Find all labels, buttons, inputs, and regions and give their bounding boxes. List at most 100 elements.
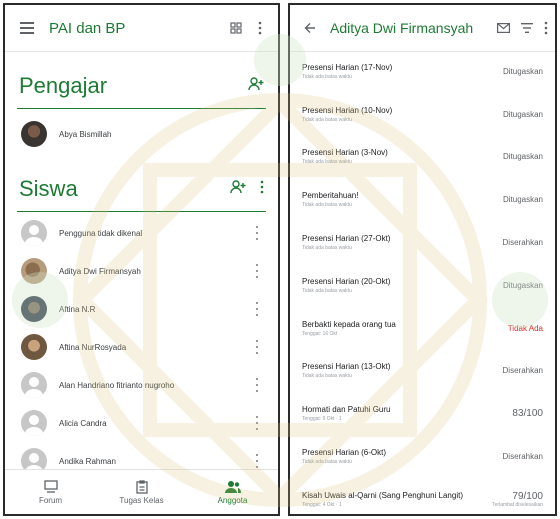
assignment-row[interactable]: Presensi Harian (10-Nov) Tidak ada batas …: [290, 93, 555, 136]
assignment-row[interactable]: Presensi Harian (3-Nov) Tidak ada batas w…: [290, 136, 555, 179]
assignment-status: Diserahkan: [502, 452, 543, 462]
assignment-row[interactable]: Kisah Uwais al-Qarni (Sang Penghuni Lang…: [290, 478, 555, 514]
back-arrow-icon[interactable]: [298, 16, 322, 40]
people-icon: [224, 480, 241, 496]
late-note: Terlambat diselesaikan: [492, 501, 543, 508]
more-options-icon[interactable]: [248, 16, 272, 40]
assignment-row[interactable]: Berbakti kepada orang tua Tenggat: 16 Okt…: [290, 307, 555, 350]
student-name: Aftina NurRosyada: [59, 342, 127, 352]
top-app-bar: Aditya Dwi Firmansyah: [290, 5, 555, 52]
avatar: [21, 121, 47, 147]
avatar: [21, 334, 47, 360]
student-name: Aftina N.R: [59, 304, 96, 314]
assignment-title: Pemberitahuan!: [302, 191, 359, 201]
assignment-due: Tidak ada batas waktu: [302, 459, 352, 466]
top-app-bar: PAI dan BP: [5, 5, 278, 52]
tab-classwork-label: Tugas Kelas: [119, 495, 164, 505]
assignment-status: Diserahkan: [502, 366, 543, 376]
assignment-row[interactable]: Presensi Harian (20-Okt) Tidak ada batas …: [290, 264, 555, 307]
assignment-row[interactable]: Presensi Harian (17-Nov) Tidak ada batas …: [290, 50, 555, 93]
student-name-title: Aditya Dwi Firmansyah: [330, 20, 474, 36]
assignment-title: Presensi Harian (17-Nov): [302, 62, 393, 72]
student-item[interactable]: Alan Handriano fitrianto nugroho: [5, 366, 278, 404]
assignment-status: Ditugaskan: [502, 195, 543, 205]
student-item[interactable]: Aftina N.R: [5, 290, 278, 328]
forum-icon: [43, 479, 58, 496]
student-item[interactable]: Aditya Dwi Firmansyah: [5, 252, 278, 290]
more-options-icon[interactable]: [539, 16, 553, 40]
assignment-grade-block: 79/100 Terlambat diselesaikan: [492, 491, 543, 508]
assignment-title: Presensi Harian (3-Nov): [302, 148, 388, 158]
teachers-header: Pengajar: [5, 64, 278, 108]
tab-forum[interactable]: Forum: [5, 470, 96, 514]
assignment-title: Hormati dan Patuhi Guru: [302, 405, 391, 415]
student-more-icon[interactable]: [254, 302, 260, 316]
student-item[interactable]: Aftina NurRosyada: [5, 328, 278, 366]
student-item[interactable]: Alicia Candra: [5, 404, 278, 442]
student-work-screen: Aditya Dwi Firmansyah Presensi Harian (1…: [288, 3, 557, 516]
assignment-grade: 83/100: [512, 408, 543, 420]
assignment-row[interactable]: Presensi Harian (27-Okt) Tidak ada batas …: [290, 221, 555, 264]
assignment-title: Presensi Harian (6-Okt): [302, 448, 387, 458]
assignment-title: Kisah Uwais al-Qarni (Sang Penghuni Lang…: [302, 490, 463, 500]
assignment-due: Tidak ada batas waktu: [302, 202, 352, 209]
students-header: Siswa: [5, 167, 278, 211]
students-more-icon[interactable]: [260, 180, 264, 199]
assignment-due: Tidak ada batas waktu: [302, 73, 352, 80]
assignment-status: Ditugaskan: [502, 66, 543, 76]
assignment-due: Tidak ada batas waktu: [302, 287, 352, 294]
assignment-grade: 79/100: [512, 490, 543, 502]
student-name: Pengguna tidak dikenal: [59, 228, 143, 238]
assignment-status: Ditugaskan: [502, 280, 543, 290]
bottom-navigation: Forum Tugas Kelas Anggota: [5, 469, 278, 514]
assignment-title: Presensi Harian (10-Nov): [302, 105, 393, 115]
invite-teacher-icon[interactable]: [248, 76, 264, 96]
assignment-row[interactable]: Hormati dan Patuhi Guru Tenggat: 9 Okt · …: [290, 392, 555, 435]
assignment-due: Tidak ada batas waktu: [302, 116, 352, 123]
teacher-item[interactable]: Abya Bismillah: [5, 115, 278, 153]
assignment-due: Tenggat: 4 Okt · 1: [302, 501, 342, 508]
assignment-status: Diserahkan: [502, 238, 543, 248]
assignment-title: Presensi Harian (27-Okt): [302, 234, 391, 244]
student-more-icon[interactable]: [254, 454, 260, 468]
avatar: [21, 410, 47, 436]
tab-members-label: Anggota: [217, 495, 248, 505]
assignment-title: Presensi Harian (13-Okt): [302, 362, 391, 372]
teacher-name: Abya Bismillah: [59, 129, 112, 139]
assignment-row[interactable]: Presensi Harian (13-Okt) Tidak ada batas …: [290, 350, 555, 393]
assignment-row[interactable]: Presensi Harian (6-Okt) Tidak ada batas w…: [290, 435, 555, 478]
assignment-due: Tidak ada batas waktu: [302, 245, 352, 252]
teachers-heading: Pengajar: [19, 73, 108, 98]
class-title: PAI dan BP: [49, 19, 126, 37]
assignment-title: Berbakti kepada orang tua: [302, 319, 396, 329]
avatar: [21, 296, 47, 322]
email-icon[interactable]: [491, 16, 515, 40]
assignment-status: Ditugaskan: [502, 109, 543, 119]
student-more-icon[interactable]: [254, 416, 260, 430]
student-item[interactable]: Pengguna tidak dikenal: [5, 214, 278, 252]
student-more-icon[interactable]: [254, 378, 260, 392]
tab-members[interactable]: Anggota: [187, 470, 278, 514]
student-more-icon[interactable]: [254, 264, 260, 278]
assignment-due: Tenggat: 16 Okt: [302, 330, 338, 337]
menu-icon[interactable]: [15, 16, 39, 40]
avatar: [21, 220, 47, 246]
tab-classwork[interactable]: Tugas Kelas: [96, 470, 187, 514]
avatar: [21, 258, 47, 284]
grid-view-icon[interactable]: [224, 16, 248, 40]
assignment-due: Tidak ada batas waktu: [302, 373, 352, 380]
tab-forum-label: Forum: [38, 495, 63, 505]
assignment-status: Ditugaskan: [502, 152, 543, 162]
avatar: [21, 372, 47, 398]
student-name: Alicia Candra: [59, 418, 107, 428]
filter-icon[interactable]: [515, 16, 539, 40]
assignment-due: Tidak ada batas waktu: [302, 159, 352, 166]
invite-student-icon[interactable]: [230, 179, 246, 199]
student-more-icon[interactable]: [254, 226, 260, 240]
assignment-title: Presensi Harian (20-Okt): [302, 276, 391, 286]
assignment-row[interactable]: Pemberitahuan! Tidak ada batas waktu Ditu…: [290, 178, 555, 221]
assignment-list: Presensi Harian (17-Nov) Tidak ada batas …: [290, 50, 555, 514]
student-more-icon[interactable]: [254, 340, 260, 354]
students-heading: Siswa: [19, 176, 78, 201]
classwork-icon: [135, 479, 148, 496]
